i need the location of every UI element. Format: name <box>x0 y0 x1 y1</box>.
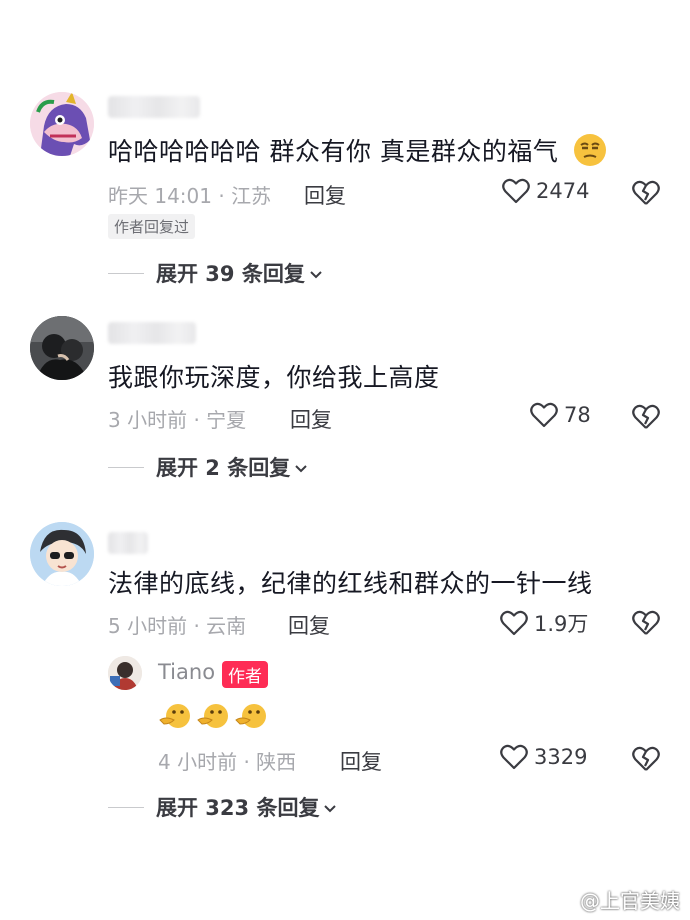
like-count: 1.9万 <box>534 612 589 636</box>
comment-time-location: 昨天 14:01 · 江苏 <box>108 184 272 208</box>
divider-line <box>108 466 144 468</box>
chevron-down-icon <box>309 261 323 285</box>
reply-button[interactable]: 回复 <box>304 180 346 210</box>
reply-button[interactable]: 回复 <box>340 746 382 776</box>
heart-icon <box>530 402 558 428</box>
avatar[interactable] <box>30 316 94 380</box>
reply-button[interactable]: 回复 <box>288 610 330 640</box>
author-avatar-icon <box>108 656 142 690</box>
like-count: 2474 <box>536 179 590 203</box>
reply-emoji-row <box>158 700 268 736</box>
pointing-face-emoji-icon <box>158 700 192 736</box>
expand-replies-button[interactable]: 展开 39 条回复 <box>108 258 323 288</box>
broken-heart-icon <box>632 610 660 635</box>
expand-replies-button[interactable]: 展开 323 条回复 <box>108 792 337 822</box>
like-button[interactable]: 3329 <box>500 744 587 770</box>
reply-time-location: 4 小时前 · 陕西 <box>158 750 297 774</box>
reply-avatar[interactable] <box>108 656 142 690</box>
username-blurred[interactable] <box>108 322 196 344</box>
comment-time-location: 5 小时前 · 云南 <box>108 614 247 638</box>
username-blurred[interactable] <box>108 532 148 554</box>
dislike-button[interactable] <box>632 404 660 434</box>
expand-replies-label: 展开 39 条回复 <box>156 262 305 286</box>
weibo-watermark: @上官美姨 <box>550 885 680 914</box>
comment-text: 哈哈哈哈哈哈 群众有你 真是群众的福气 <box>108 132 607 173</box>
smirk-face-emoji-icon <box>573 133 607 173</box>
like-count: 78 <box>564 403 591 427</box>
author-replied-badge: 作者回复过 <box>108 214 196 239</box>
broken-heart-icon <box>632 180 660 205</box>
couple-photo-avatar-icon <box>30 316 94 380</box>
divider-line <box>108 806 144 808</box>
cartoon-character-avatar-icon <box>30 522 94 586</box>
broken-heart-icon <box>632 746 660 771</box>
reply-username[interactable]: Tiano <box>158 660 215 684</box>
chevron-down-icon <box>294 455 308 479</box>
like-button[interactable]: 2474 <box>502 178 589 204</box>
like-count: 3329 <box>534 745 588 769</box>
expand-replies-button[interactable]: 展开 2 条回复 <box>108 452 308 482</box>
dislike-button[interactable] <box>632 180 660 210</box>
author-badge: 作者 <box>222 661 268 688</box>
heart-icon <box>500 744 528 770</box>
chevron-down-icon <box>323 795 337 819</box>
divider-line <box>108 272 144 274</box>
avatar[interactable] <box>30 522 94 586</box>
username-blurred[interactable] <box>108 96 200 118</box>
expand-replies-label: 展开 323 条回复 <box>156 796 320 820</box>
avatar[interactable] <box>30 92 94 156</box>
like-button[interactable]: 1.9万 <box>500 608 588 638</box>
comment-time-location: 3 小时前 · 宁夏 <box>108 408 247 432</box>
dislike-button[interactable] <box>632 746 660 776</box>
weibo-logo-icon <box>550 887 576 912</box>
horse-avatar-icon <box>30 92 94 156</box>
comment-text: 我跟你玩深度，你给我上高度 <box>108 363 440 392</box>
expand-replies-label: 展开 2 条回复 <box>156 456 291 480</box>
pointing-face-emoji-icon <box>196 700 230 736</box>
dislike-button[interactable] <box>632 610 660 640</box>
pointing-face-emoji-icon <box>234 700 268 736</box>
watermark-text: @上官美姨 <box>580 889 680 913</box>
like-button[interactable]: 78 <box>530 402 591 428</box>
broken-heart-icon <box>632 404 660 429</box>
comment-text: 法律的底线，纪律的红线和群众的一针一线 <box>108 569 593 598</box>
heart-icon <box>502 178 530 204</box>
reply-button[interactable]: 回复 <box>290 404 332 434</box>
heart-icon <box>500 610 528 636</box>
